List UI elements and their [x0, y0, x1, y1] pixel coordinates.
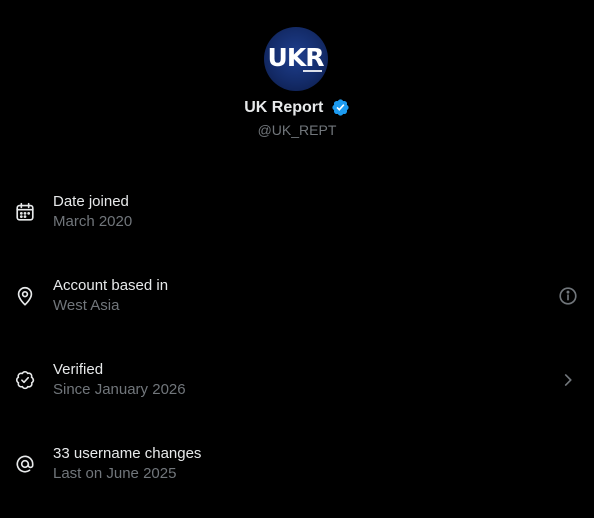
info-icon[interactable] — [557, 285, 579, 307]
info-row-username-changes: 33 username changes Last on June 2025 — [0, 434, 594, 518]
info-row-title: Verified — [53, 361, 104, 378]
at-sign-icon — [14, 453, 36, 475]
display-name: UK Report — [244, 99, 324, 116]
info-row-texts: Verified Since January 2026 — [53, 360, 186, 400]
info-row-title: 33 username changes — [53, 445, 202, 462]
info-row-subtitle: West Asia — [53, 297, 120, 314]
calendar-icon — [14, 201, 36, 223]
info-row-subtitle: Last on June 2025 — [53, 465, 177, 482]
info-row-texts: Account based in West Asia — [53, 276, 168, 316]
avatar-logo-underline — [303, 70, 322, 72]
display-name-row: UK Report — [0, 97, 594, 121]
avatar[interactable]: UKR — [264, 27, 328, 91]
info-row-texts: Date joined March 2020 — [53, 192, 132, 232]
info-row-title: Account based in — [53, 277, 169, 294]
avatar-logo-accent: R — [305, 43, 325, 72]
info-row-title: Date joined — [53, 193, 129, 210]
handle: @UK_REPT — [257, 122, 337, 138]
info-row-subtitle: Since January 2026 — [53, 381, 186, 398]
verified-badge-icon — [331, 98, 350, 117]
info-row-account-based-in: Account based in West Asia — [0, 266, 594, 350]
info-row-texts: 33 username changes Last on June 2025 — [53, 444, 201, 484]
profile-header: UKR UK Report @UK_REPT — [0, 0, 594, 150]
info-row-date-joined: Date joined March 2020 — [0, 182, 594, 266]
info-row-subtitle: March 2020 — [53, 213, 133, 230]
avatar-logo-text: UK — [267, 43, 307, 72]
location-pin-icon — [14, 285, 36, 307]
account-info-list: Date joined March 2020 Account based in … — [0, 182, 594, 518]
verified-check-icon — [14, 369, 36, 391]
avatar-logo: UKR — [264, 44, 328, 72]
info-row-verified[interactable]: Verified Since January 2026 — [0, 350, 594, 434]
chevron-right-icon[interactable] — [557, 369, 579, 391]
